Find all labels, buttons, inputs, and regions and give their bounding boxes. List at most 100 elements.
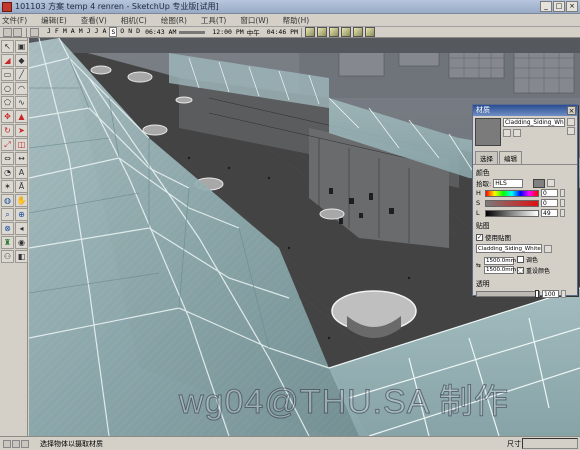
paint-bucket-icon[interactable]: ◆: [15, 54, 28, 67]
month-oct[interactable]: O: [119, 27, 125, 37]
saturation-spinner[interactable]: [560, 199, 565, 207]
polygon-tool-icon[interactable]: ⬠: [1, 96, 14, 109]
menu-camera[interactable]: 相机(C): [121, 15, 147, 26]
browse-texture-icon[interactable]: [544, 244, 552, 253]
match-color-icon[interactable]: [547, 179, 556, 187]
zoom-extents-icon[interactable]: ⊗: [1, 222, 14, 235]
top-view-icon[interactable]: [317, 27, 327, 37]
measurements-box[interactable]: [522, 438, 578, 449]
walk-tool-icon[interactable]: ⚇: [1, 250, 14, 263]
hue-spinner[interactable]: [560, 189, 565, 197]
material-name-field[interactable]: Cladding_Siding_White: [503, 118, 565, 127]
shadow-settings-icon[interactable]: [3, 27, 12, 37]
use-texture-checkbox[interactable]: ✓: [476, 233, 483, 241]
rectangle-tool-icon[interactable]: ▭: [1, 68, 14, 81]
opacity-spinner[interactable]: [561, 290, 566, 298]
month-may[interactable]: M: [78, 27, 84, 37]
menu-file[interactable]: 文件(F): [2, 15, 27, 26]
link-dimensions-icon[interactable]: ⇆: [476, 262, 481, 269]
help-icon[interactable]: [21, 439, 29, 448]
right-view-icon[interactable]: [341, 27, 351, 37]
opacity-value[interactable]: 100: [542, 290, 559, 298]
month-jul[interactable]: J: [94, 27, 100, 37]
tab-select[interactable]: 选择: [475, 151, 498, 164]
month-dec[interactable]: D: [135, 27, 141, 37]
lightness-spinner[interactable]: [560, 209, 565, 217]
time-slider[interactable]: [179, 30, 206, 34]
menu-help[interactable]: 帮助(H): [283, 15, 310, 26]
offset-tool-icon[interactable]: ◫: [15, 138, 28, 151]
follow-me-icon[interactable]: ➤: [15, 124, 28, 137]
credits-icon[interactable]: [12, 439, 20, 448]
saturation-value[interactable]: 0: [541, 199, 558, 207]
eraser-tool-icon[interactable]: ◢: [1, 54, 14, 67]
default-material-icon[interactable]: [513, 129, 521, 137]
menu-draw[interactable]: 绘图(R): [161, 15, 187, 26]
push-pull-icon[interactable]: ▲: [15, 110, 28, 123]
circle-tool-icon[interactable]: ○: [1, 82, 14, 95]
reset-color-icon[interactable]: ◌: [517, 267, 525, 274]
tab-edit[interactable]: 编辑: [499, 151, 522, 164]
reset-color-option[interactable]: ◌ 重设颜色: [517, 266, 550, 275]
month-aug[interactable]: A: [101, 27, 107, 37]
saturation-slider[interactable]: [485, 199, 539, 207]
opacity-slider[interactable]: [476, 290, 540, 298]
protractor-icon[interactable]: ◔: [1, 166, 14, 179]
menu-view[interactable]: 查看(V): [81, 15, 107, 26]
scale-tool-icon[interactable]: ⤢: [1, 138, 14, 151]
hue-value[interactable]: 0: [541, 189, 558, 197]
geo-location-icon[interactable]: [3, 439, 11, 448]
panel-close-button[interactable]: ×: [567, 106, 576, 115]
component-tool-icon[interactable]: ▣: [15, 40, 28, 53]
minimize-button[interactable]: _: [540, 1, 552, 12]
month-apr[interactable]: A: [70, 27, 76, 37]
month-sep[interactable]: S: [109, 27, 118, 37]
freehand-tool-icon[interactable]: ∿: [15, 96, 28, 109]
month-feb[interactable]: F: [54, 27, 60, 37]
3d-text-icon[interactable]: Ā: [15, 180, 28, 193]
zoom-window-icon[interactable]: ⊕: [15, 208, 28, 221]
create-material-icon[interactable]: [503, 129, 511, 137]
dimension-tool-icon[interactable]: ↔: [15, 152, 28, 165]
text-tool-icon[interactable]: A: [15, 166, 28, 179]
texture-height-input[interactable]: 1500.0mm: [484, 265, 516, 274]
axes-tool-icon[interactable]: ✶: [1, 180, 14, 193]
pan-tool-icon[interactable]: ✋: [15, 194, 28, 207]
month-jun[interactable]: J: [86, 27, 92, 37]
close-button[interactable]: ×: [566, 1, 578, 12]
display-shadows-icon[interactable]: [13, 27, 22, 37]
orbit-tool-icon[interactable]: ◍: [1, 194, 14, 207]
rotate-tool-icon[interactable]: ↻: [1, 124, 14, 137]
lightness-slider[interactable]: [485, 209, 539, 217]
lightness-value[interactable]: 49: [541, 209, 558, 217]
iso-view-icon[interactable]: [305, 27, 315, 37]
month-nov[interactable]: N: [127, 27, 133, 37]
opacity-slider-knob[interactable]: [535, 290, 539, 298]
previous-view-icon[interactable]: ◂: [15, 222, 28, 235]
tape-measure-icon[interactable]: ⇔: [1, 152, 14, 165]
texture-width-input[interactable]: 1500.0mm: [484, 256, 516, 265]
look-around-icon[interactable]: ◉: [15, 236, 28, 249]
menu-window[interactable]: 窗口(W): [240, 15, 268, 26]
display-secondary-icon[interactable]: [567, 118, 575, 126]
select-tool-icon[interactable]: ↖: [1, 40, 14, 53]
line-tool-icon[interactable]: ╱: [15, 68, 28, 81]
month-jan[interactable]: J: [46, 27, 52, 37]
front-view-icon[interactable]: [329, 27, 339, 37]
zoom-tool-icon[interactable]: ⌕: [1, 208, 14, 221]
back-view-icon[interactable]: [353, 27, 363, 37]
sample-paint-icon[interactable]: [567, 127, 575, 135]
hue-slider[interactable]: [485, 189, 539, 197]
section-plane-icon[interactable]: ◧: [15, 250, 28, 263]
color-model-select[interactable]: HLS: [493, 178, 524, 188]
menu-tools[interactable]: 工具(T): [201, 15, 226, 26]
maximize-button[interactable]: □: [553, 1, 565, 12]
position-camera-icon[interactable]: ♜: [1, 236, 14, 249]
colorize-checkbox[interactable]: [517, 256, 525, 263]
month-mar[interactable]: M: [62, 27, 68, 37]
texture-file-field[interactable]: Cladding_Siding_White.jpg: [476, 244, 542, 253]
menu-edit[interactable]: 编辑(E): [41, 15, 67, 26]
move-tool-icon[interactable]: ✥: [1, 110, 14, 123]
colorize-option[interactable]: 调色: [517, 255, 550, 264]
left-view-icon[interactable]: [365, 27, 375, 37]
